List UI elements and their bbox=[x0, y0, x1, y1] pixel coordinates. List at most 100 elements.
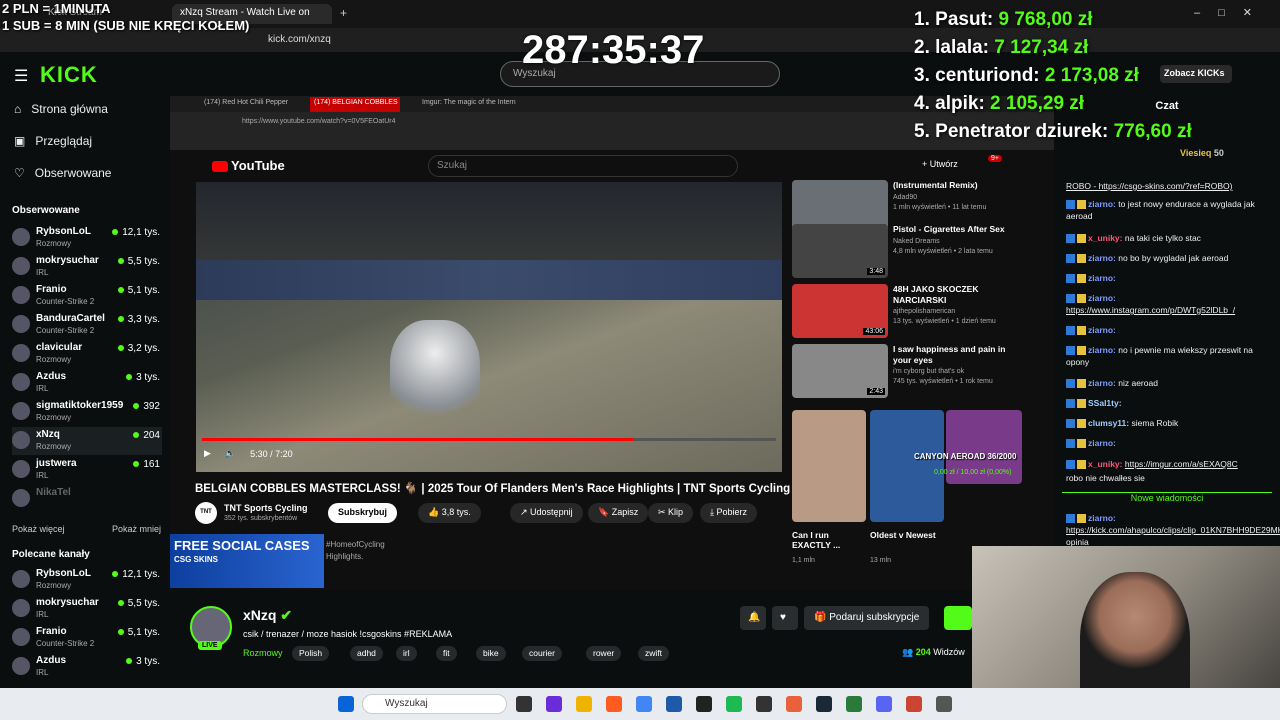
taskbar-app-icon[interactable] bbox=[576, 696, 592, 712]
chat-message: ziarno: https://www.instagram.com/p/DWTg… bbox=[1066, 292, 1266, 316]
channel-item-category: Counter-Strike 2 bbox=[36, 639, 95, 648]
taskbar-app-icon[interactable] bbox=[786, 696, 802, 712]
channel-item[interactable]: RybsonLoL Rozmowy 12,1 tys. bbox=[12, 566, 162, 594]
chat-username[interactable]: x_uniky: bbox=[1088, 233, 1123, 243]
chat-username[interactable]: ziarno: bbox=[1088, 273, 1116, 283]
save-button: 🔖 Zapisz bbox=[588, 503, 649, 523]
channel-item-name: Franio bbox=[36, 284, 67, 295]
stream-tag[interactable]: bike bbox=[476, 646, 506, 661]
chat-username[interactable]: ziarno: bbox=[1088, 253, 1116, 263]
avatar bbox=[12, 460, 30, 478]
channel-item-name: Azdus bbox=[36, 371, 66, 382]
channel-item-name: RybsonLoL bbox=[36, 226, 91, 237]
gift-sub-button[interactable]: 🎁 Podaruj subskrypcje bbox=[804, 606, 930, 630]
channel-item[interactable]: justwera IRL 161 bbox=[12, 456, 162, 484]
stream-tag[interactable]: irl bbox=[396, 646, 417, 661]
taskbar-app-icon[interactable] bbox=[666, 696, 682, 712]
stream-tag[interactable]: zwift bbox=[638, 646, 669, 661]
window-controls[interactable]: –□✕ bbox=[1194, 6, 1270, 19]
taskbar-app-icon[interactable] bbox=[936, 696, 952, 712]
taskbar-app-icon[interactable] bbox=[696, 696, 712, 712]
chat-text: ROBO - https://csgo-skins.com/?ref=ROBO) bbox=[1066, 181, 1233, 191]
channel-item-name: sigmatiktoker1959 bbox=[36, 400, 124, 411]
taskbar-app-icon[interactable] bbox=[636, 696, 652, 712]
chat-username[interactable]: clumsy11: bbox=[1088, 418, 1129, 428]
chat-username[interactable]: ziarno: bbox=[1088, 293, 1116, 303]
kick-logo[interactable]: KICK bbox=[40, 62, 98, 88]
donor-row: 5. Penetrator dziurek: 776,60 zł bbox=[914, 121, 1192, 142]
stream-tag[interactable]: courier bbox=[522, 646, 562, 661]
channel-item[interactable]: NikaTel bbox=[12, 485, 162, 513]
chat-message: ROBO - https://csgo-skins.com/?ref=ROBO) bbox=[1066, 180, 1266, 192]
stream-tag[interactable]: adhd bbox=[350, 646, 383, 661]
nav-browse[interactable]: ▣ Przeglądaj bbox=[14, 134, 92, 148]
subscribe-kick-button[interactable] bbox=[944, 606, 972, 630]
channel-item-viewers: 392 bbox=[133, 401, 160, 412]
channel-item[interactable]: RybsonLoL Rozmowy 12,1 tys. bbox=[12, 224, 162, 252]
taskbar-app-icon[interactable] bbox=[726, 696, 742, 712]
clip-button: ✂ Klip bbox=[648, 503, 694, 523]
channel-item[interactable]: mokrysuchar IRL 5,5 tys. bbox=[12, 595, 162, 623]
taskbar-app-icon[interactable] bbox=[846, 696, 862, 712]
taskbar-app-icon[interactable] bbox=[906, 696, 922, 712]
chat-message: clumsy11: siema Robik bbox=[1066, 417, 1266, 429]
notif-badge: 9+ bbox=[988, 155, 1002, 162]
channel-item[interactable]: xNzq Rozmowy 204 bbox=[12, 427, 162, 455]
taskbar-app-icon[interactable] bbox=[816, 696, 832, 712]
cyclist bbox=[390, 320, 480, 430]
stream-tag[interactable]: Polish bbox=[292, 646, 330, 661]
avatar bbox=[12, 344, 30, 362]
channel-item[interactable]: Franio Counter-Strike 2 5,1 tys. bbox=[12, 282, 162, 310]
channel-item-name: Franio bbox=[36, 626, 67, 637]
video-channel: Naked Dreams bbox=[893, 238, 940, 245]
stream-category[interactable]: Rozmowy bbox=[243, 648, 283, 658]
chat-username[interactable]: ziarno: bbox=[1088, 199, 1116, 209]
channel-item[interactable]: clavicular Rozmowy 3,2 tys. bbox=[12, 340, 162, 368]
chat-username[interactable]: ziarno: bbox=[1088, 378, 1116, 388]
channel-item-name: BanduraCartel bbox=[36, 313, 105, 324]
chat-username[interactable]: x_uniky: bbox=[1088, 459, 1123, 469]
stream-tag[interactable]: fit bbox=[436, 646, 457, 661]
channel-item[interactable]: Azdus IRL 3 tys. bbox=[12, 653, 162, 681]
taskbar-search[interactable]: Wyszukaj bbox=[362, 694, 507, 714]
new-tab-button[interactable]: + bbox=[340, 6, 347, 20]
channel-item[interactable]: mokrysuchar IRL 5,5 tys. bbox=[12, 253, 162, 281]
video-thumbnail: 2:43 bbox=[792, 344, 888, 398]
taskbar-app-icon[interactable] bbox=[546, 696, 562, 712]
chat-username[interactable]: ziarno: bbox=[1088, 345, 1116, 355]
show-less[interactable]: Pokaż mniej bbox=[112, 524, 161, 534]
tnt-avatar: TNT bbox=[195, 502, 217, 524]
chat-username[interactable]: ziarno: bbox=[1088, 325, 1116, 335]
chat-message: ziarno: niz aeroad bbox=[1066, 377, 1266, 389]
show-more[interactable]: Pokaż więcej bbox=[12, 524, 65, 534]
menu-icon[interactable]: ☰ bbox=[14, 66, 28, 86]
chat-username[interactable]: ziarno: bbox=[1088, 438, 1116, 448]
channel-item-category: Rozmowy bbox=[36, 581, 72, 590]
channel-item[interactable]: Azdus IRL 3 tys. bbox=[12, 369, 162, 397]
new-messages-divider: Nowe wiadomości bbox=[1062, 492, 1272, 503]
nav-home[interactable]: ⌂ Strona główna bbox=[14, 102, 108, 116]
notify-button[interactable]: 🔔 bbox=[740, 606, 766, 630]
channel-item-viewers: 161 bbox=[133, 459, 160, 470]
channel-item[interactable]: Franio Counter-Strike 2 5,1 tys. bbox=[12, 624, 162, 652]
channel-name[interactable]: xNzq ✔ bbox=[243, 607, 292, 624]
taskbar-app-icon[interactable] bbox=[876, 696, 892, 712]
stream-title: csik / trenazer / moze hasiok !csgoskins… bbox=[243, 629, 453, 639]
video-title: Pistol - Cigarettes After Sex bbox=[893, 224, 1005, 234]
video-time: 5:30 / 7:20 bbox=[250, 448, 293, 459]
channel-item[interactable]: sigmatiktoker1959 Rozmowy 392 bbox=[12, 398, 162, 426]
short-title-1: Can I run EXACTLY ... bbox=[792, 530, 841, 550]
channel-item-name: Azdus bbox=[36, 655, 66, 666]
taskbar-app-icon[interactable] bbox=[756, 696, 772, 712]
followed-title: Obserwowane bbox=[12, 205, 80, 216]
channel-item[interactable]: BanduraCartel Counter-Strike 2 3,3 tys. bbox=[12, 311, 162, 339]
nav-following[interactable]: ♡ Obserwowane bbox=[14, 166, 111, 180]
volume-icon: 🔈 bbox=[224, 448, 237, 458]
taskbar-app-icon[interactable] bbox=[606, 696, 622, 712]
start-icon[interactable] bbox=[338, 696, 354, 712]
follow-button[interactable]: ♥ bbox=[772, 606, 798, 630]
channel-item-category: Counter-Strike 2 bbox=[36, 297, 95, 306]
stream-tag[interactable]: rower bbox=[586, 646, 622, 661]
taskbar-app-icon[interactable] bbox=[516, 696, 532, 712]
chat-username[interactable]: SSal1ty: bbox=[1088, 398, 1122, 408]
